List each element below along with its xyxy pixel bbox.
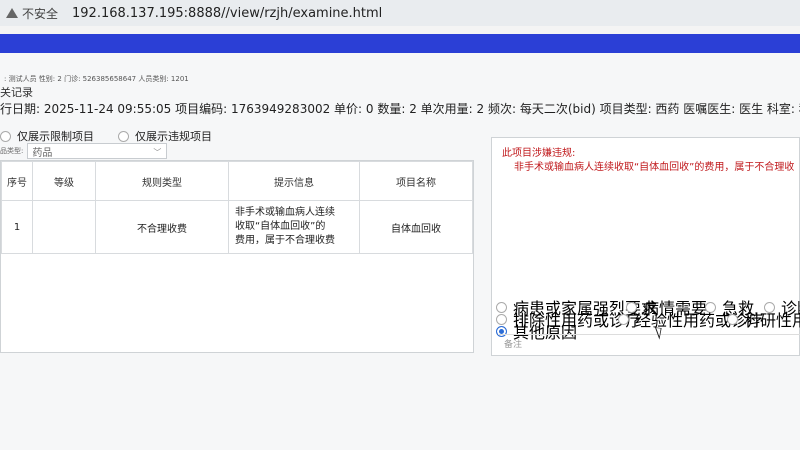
radio-icon[interactable] [0,130,11,142]
section-title: 关记录 [0,86,33,99]
col-level: 等级 [32,161,96,201]
rules-table-container: 序号 等级 规则类型 提示信息 项目名称 1 不合理收费 非手术或输血病人连续 … [0,160,474,353]
patient-info: : 测试人员 性别: 2 门诊: 526385658647 人员类别: 1201 [4,75,189,83]
col-index: 序号 [1,161,33,201]
reason-option[interactable]: 科研性用药 [727,307,800,331]
reason-label: 科研性用药 [744,311,800,330]
notes-placeholder: 备注 [504,340,523,350]
warning-icon [6,8,18,18]
message-line: 费用，属于不合理收费 [235,235,335,246]
message-line: 非手术或输血病人连续 [235,207,335,218]
table-header-row: 序号 等级 规则类型 提示信息 项目名称 [1,161,473,201]
browser-address-bar[interactable]: 不安全 192.168.137.195:8888//view/rzjh/exam… [0,0,800,27]
category-select[interactable]: 药品 ﹀ [27,143,168,159]
message-line: 收取“自体血回收”的 [235,221,326,232]
notes-input[interactable]: 备注 [498,334,800,352]
security-warning[interactable]: 不安全 [6,5,58,22]
cell-item-name: 自体血回收 [359,200,473,254]
radio-icon[interactable] [118,130,129,142]
url-text[interactable]: 192.168.137.195:8888//view/rzjh/examine.… [72,6,382,21]
col-item-name: 项目名称 [359,161,473,201]
screen: 不安全 192.168.137.195:8888//view/rzjh/exam… [0,0,800,450]
record-detail: 行日期: 2025-11-24 09:55:05 项目编码: 176394928… [0,102,800,116]
cell-message: 非手术或输血病人连续 收取“自体血回收”的 费用，属于不合理收费 [228,200,360,254]
rules-table: 序号 等级 规则类型 提示信息 项目名称 1 不合理收费 非手术或输血病人连续 … [1,161,473,254]
filter-label: 品类型: [0,147,24,155]
radio-icon[interactable] [727,313,738,325]
view-options: 仅展示限制项目 仅展示违规项目 [0,128,212,144]
chevron-down-icon: ﹀ [153,148,162,157]
option-restricted-only[interactable]: 仅展示限制项目 [0,128,94,144]
radio-icon[interactable] [618,313,629,325]
option-label: 仅展示限制项目 [17,130,94,143]
col-rule-type: 规则类型 [95,161,229,201]
cell-rule-type: 不合理收费 [95,200,229,254]
table-row[interactable]: 1 不合理收费 非手术或输血病人连续 收取“自体血回收”的 费用，属于不合理收费… [1,200,473,254]
security-label: 不安全 [22,6,59,21]
app-header-bar [0,34,800,53]
cell-index: 1 [1,200,33,254]
toolbar-strip [0,26,800,34]
select-value: 药品 [32,147,53,159]
category-filter: 品类型: 药品 ﹀ [0,143,168,159]
option-label: 仅展示违规项目 [135,130,212,143]
violation-title: 此项目涉嫌违规: [502,148,576,159]
col-message: 提示信息 [228,161,360,201]
violation-text: 非手术或输血病人连续收取“自体血回收”的费用，属于不合理收 [514,162,795,173]
option-violation-only[interactable]: 仅展示违规项目 [118,128,212,144]
cell-level [32,200,96,254]
